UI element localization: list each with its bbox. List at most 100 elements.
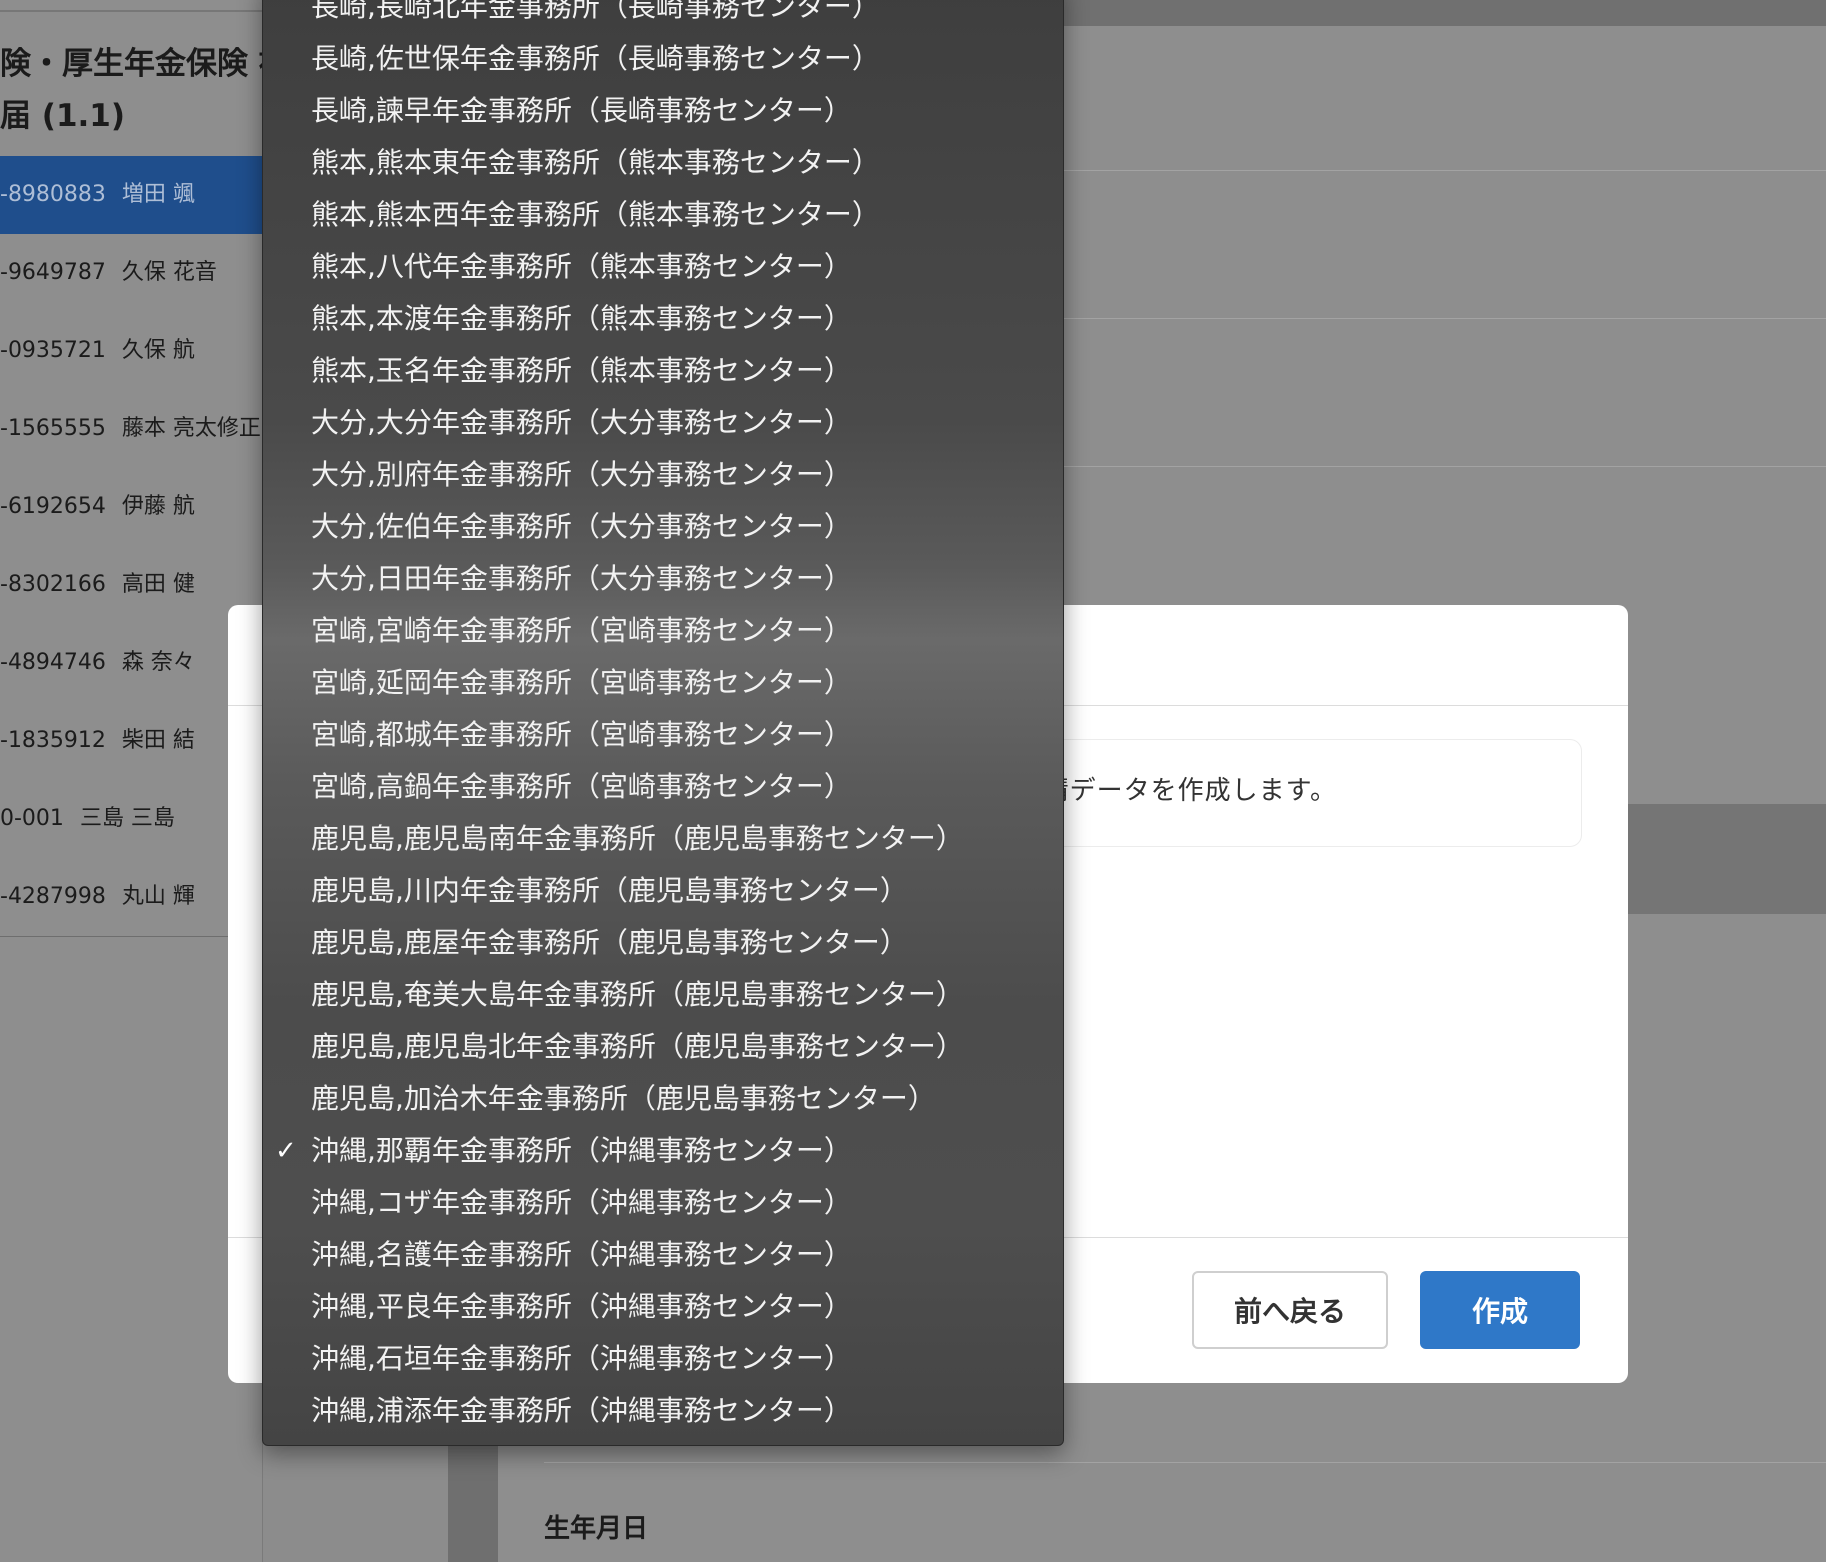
dropdown-option-label: 沖縄,那覇年金事務所（沖縄事務センター） xyxy=(311,1134,852,1167)
dropdown-option[interactable]: 大分,佐伯年金事務所（大分事務センター） xyxy=(263,501,1063,553)
employee-name: 藤本 亮太修正 xyxy=(121,416,261,441)
employee-number: -1565555 xyxy=(0,416,106,441)
dropdown-option-label: 沖縄,浦添年金事務所（沖縄事務センター） xyxy=(311,1394,852,1427)
employee-name: 柴田 結 xyxy=(121,728,195,753)
dropdown-option-label: 沖縄,コザ年金事務所（沖縄事務センター） xyxy=(311,1186,852,1219)
dropdown-option-label: 鹿児島,鹿屋年金事務所（鹿児島事務センター） xyxy=(311,926,908,959)
employee-panel: 険・厚生年金保険 被 届 (1.1) -8980883 増田 颯 -9649787 久… xyxy=(0,0,263,1562)
employee-row[interactable]: -1565555 藤本 亮太修正 xyxy=(0,390,262,468)
employee-row[interactable]: -8980883 増田 颯 xyxy=(0,156,262,234)
dropdown-option[interactable]: 沖縄,名護年金事務所（沖縄事務センター） xyxy=(263,1229,1063,1281)
form-title-line1: 険・厚生年金保険 被 xyxy=(0,46,262,82)
dropdown-option-label: 大分,佐伯年金事務所（大分事務センター） xyxy=(311,510,852,543)
employee-number: -1835912 xyxy=(0,728,106,753)
dropdown-option-label: 宮崎,延岡年金事務所（宮崎事務センター） xyxy=(311,666,852,699)
dropdown-option-label: 宮崎,都城年金事務所（宮崎事務センター） xyxy=(311,718,852,751)
dropdown-option[interactable]: 長崎,諫早年金事務所（長崎事務センター） xyxy=(263,85,1063,137)
dropdown-option[interactable]: 熊本,熊本東年金事務所（熊本事務センター） xyxy=(263,137,1063,189)
dropdown-option[interactable]: 宮崎,延岡年金事務所（宮崎事務センター） xyxy=(263,657,1063,709)
dropdown-option[interactable]: 長崎,長崎北年金事務所（長崎事務センター） xyxy=(263,0,1063,33)
dropdown-option[interactable]: 沖縄,石垣年金事務所（沖縄事務センター） xyxy=(263,1333,1063,1385)
dropdown-option-label: 長崎,諫早年金事務所（長崎事務センター） xyxy=(311,94,852,127)
dropdown-option-label: 鹿児島,鹿児島北年金事務所（鹿児島事務センター） xyxy=(311,1030,964,1063)
employee-number: -4287998 xyxy=(0,884,106,909)
dropdown-option-label: 大分,別府年金事務所（大分事務センター） xyxy=(311,458,852,491)
dropdown-option-label: 鹿児島,奄美大島年金事務所（鹿児島事務センター） xyxy=(311,978,964,1011)
employee-name: 久保 航 xyxy=(121,338,195,363)
dropdown-option[interactable]: 熊本,八代年金事務所（熊本事務センター） xyxy=(263,241,1063,293)
dropdown-option[interactable]: 熊本,玉名年金事務所（熊本事務センター） xyxy=(263,345,1063,397)
panel-top-divider xyxy=(0,10,262,12)
dropdown-option[interactable]: 鹿児島,川内年金事務所（鹿児島事務センター） xyxy=(263,865,1063,917)
dropdown-option-label: 鹿児島,鹿児島南年金事務所（鹿児島事務センター） xyxy=(311,822,964,855)
dropdown-option-label: 熊本,玉名年金事務所（熊本事務センター） xyxy=(311,354,852,387)
employee-name: 伊藤 航 xyxy=(121,494,195,519)
dropdown-option[interactable]: 熊本,熊本西年金事務所（熊本事務センター） xyxy=(263,189,1063,241)
dropdown-option-label: 長崎,佐世保年金事務所（長崎事務センター） xyxy=(311,42,880,75)
employee-row[interactable]: -6192654 伊藤 航 xyxy=(0,468,262,546)
dropdown-option-label: 沖縄,石垣年金事務所（沖縄事務センター） xyxy=(311,1342,852,1375)
dropdown-option[interactable]: 宮崎,宮崎年金事務所（宮崎事務センター） xyxy=(263,605,1063,657)
dropdown-option-label: 宮崎,宮崎年金事務所（宮崎事務センター） xyxy=(311,614,852,647)
dropdown-option[interactable]: ✓ 沖縄,那覇年金事務所（沖縄事務センター） xyxy=(263,1125,1063,1177)
employee-name: 三島 三島 xyxy=(79,806,175,831)
dropdown-option[interactable]: 宮崎,高鍋年金事務所（宮崎事務センター） xyxy=(263,761,1063,813)
birthdate-label: 生年月日 xyxy=(544,1514,649,1544)
dropdown-option-label: 熊本,八代年金事務所（熊本事務センター） xyxy=(311,250,852,283)
dropdown-option-label: 沖縄,名護年金事務所（沖縄事務センター） xyxy=(311,1238,852,1271)
dropdown-option-label: 長崎,長崎北年金事務所（長崎事務センター） xyxy=(311,0,880,23)
employee-row[interactable]: -8302166 高田 健 xyxy=(0,546,262,624)
employee-number: -6192654 xyxy=(0,494,106,519)
dropdown-option[interactable]: 鹿児島,鹿児島北年金事務所（鹿児島事務センター） xyxy=(263,1021,1063,1073)
employee-name: 増田 颯 xyxy=(121,182,195,207)
form-title-line2: 届 (1.1) xyxy=(0,98,126,134)
dropdown-option-label: 熊本,本渡年金事務所（熊本事務センター） xyxy=(311,302,852,335)
dropdown-option[interactable]: 沖縄,浦添年金事務所（沖縄事務センター） xyxy=(263,1385,1063,1437)
employee-row[interactable]: -1835912 柴田 結 xyxy=(0,702,262,780)
pension-office-dropdown[interactable]: 長崎,長崎北年金事務所（長崎事務センター） 長崎,佐世保年金事務所（長崎事務センタ… xyxy=(262,0,1064,1446)
dropdown-option[interactable]: 大分,別府年金事務所（大分事務センター） xyxy=(263,449,1063,501)
employee-row[interactable]: -4894746 森 奈々 xyxy=(0,624,262,702)
employee-number: -9649787 xyxy=(0,260,106,285)
dropdown-option-label: 熊本,熊本東年金事務所（熊本事務センター） xyxy=(311,146,880,179)
row-divider xyxy=(544,1462,1826,1463)
dropdown-option[interactable]: 沖縄,平良年金事務所（沖縄事務センター） xyxy=(263,1281,1063,1333)
dropdown-option[interactable]: 熊本,本渡年金事務所（熊本事務センター） xyxy=(263,293,1063,345)
employee-row[interactable]: -9649787 久保 花音 xyxy=(0,234,262,312)
dropdown-option-list: 長崎,長崎北年金事務所（長崎事務センター） 長崎,佐世保年金事務所（長崎事務センタ… xyxy=(263,0,1063,1437)
employee-list: -8980883 増田 颯 -9649787 久保 花音 -0935721 久保 航 -15… xyxy=(0,156,262,937)
dropdown-option-label: 鹿児島,川内年金事務所（鹿児島事務センター） xyxy=(311,874,908,907)
dropdown-option-label: 宮崎,高鍋年金事務所（宮崎事務センター） xyxy=(311,770,852,803)
dropdown-option[interactable]: 鹿児島,加治木年金事務所（鹿児島事務センター） xyxy=(263,1073,1063,1125)
dropdown-option-label: 大分,大分年金事務所（大分事務センター） xyxy=(311,406,852,439)
employee-number: 0-001 xyxy=(0,806,64,831)
dropdown-option-label: 熊本,熊本西年金事務所（熊本事務センター） xyxy=(311,198,880,231)
checkmark-icon: ✓ xyxy=(275,1136,297,1166)
info-message: 請データを作成します。 xyxy=(1042,776,1337,806)
employee-row[interactable]: -0935721 久保 航 xyxy=(0,312,262,390)
dropdown-option[interactable]: 鹿児島,鹿屋年金事務所（鹿児島事務センター） xyxy=(263,917,1063,969)
employee-number: -8302166 xyxy=(0,572,106,597)
employee-number: -8980883 xyxy=(0,182,106,207)
create-button[interactable]: 作成 xyxy=(1420,1271,1580,1349)
employee-row[interactable]: 0-001 三島 三島 xyxy=(0,780,262,858)
dropdown-option[interactable]: 大分,大分年金事務所（大分事務センター） xyxy=(263,397,1063,449)
dropdown-option[interactable]: 鹿児島,鹿児島南年金事務所（鹿児島事務センター） xyxy=(263,813,1063,865)
employee-name: 高田 健 xyxy=(121,572,195,597)
back-button[interactable]: 前へ戻る xyxy=(1192,1271,1388,1349)
dropdown-option[interactable]: 長崎,佐世保年金事務所（長崎事務センター） xyxy=(263,33,1063,85)
dropdown-option-label: 鹿児島,加治木年金事務所（鹿児島事務センター） xyxy=(311,1082,936,1115)
employee-name: 丸山 輝 xyxy=(121,884,195,909)
employee-row[interactable]: -4287998 丸山 輝 xyxy=(0,858,262,936)
dropdown-option-label: 沖縄,平良年金事務所（沖縄事務センター） xyxy=(311,1290,852,1323)
dropdown-option[interactable]: 宮崎,都城年金事務所（宮崎事務センター） xyxy=(263,709,1063,761)
employee-name: 森 奈々 xyxy=(121,650,195,675)
employee-number: -0935721 xyxy=(0,338,106,363)
dropdown-option[interactable]: 大分,日田年金事務所（大分事務センター） xyxy=(263,553,1063,605)
dropdown-option[interactable]: 鹿児島,奄美大島年金事務所（鹿児島事務センター） xyxy=(263,969,1063,1021)
employee-number: -4894746 xyxy=(0,650,106,675)
form-title: 険・厚生年金保険 被 届 (1.1) xyxy=(0,38,262,142)
dropdown-option-label: 大分,日田年金事務所（大分事務センター） xyxy=(311,562,852,595)
dropdown-option[interactable]: 沖縄,コザ年金事務所（沖縄事務センター） xyxy=(263,1177,1063,1229)
employee-name: 久保 花音 xyxy=(121,260,217,285)
